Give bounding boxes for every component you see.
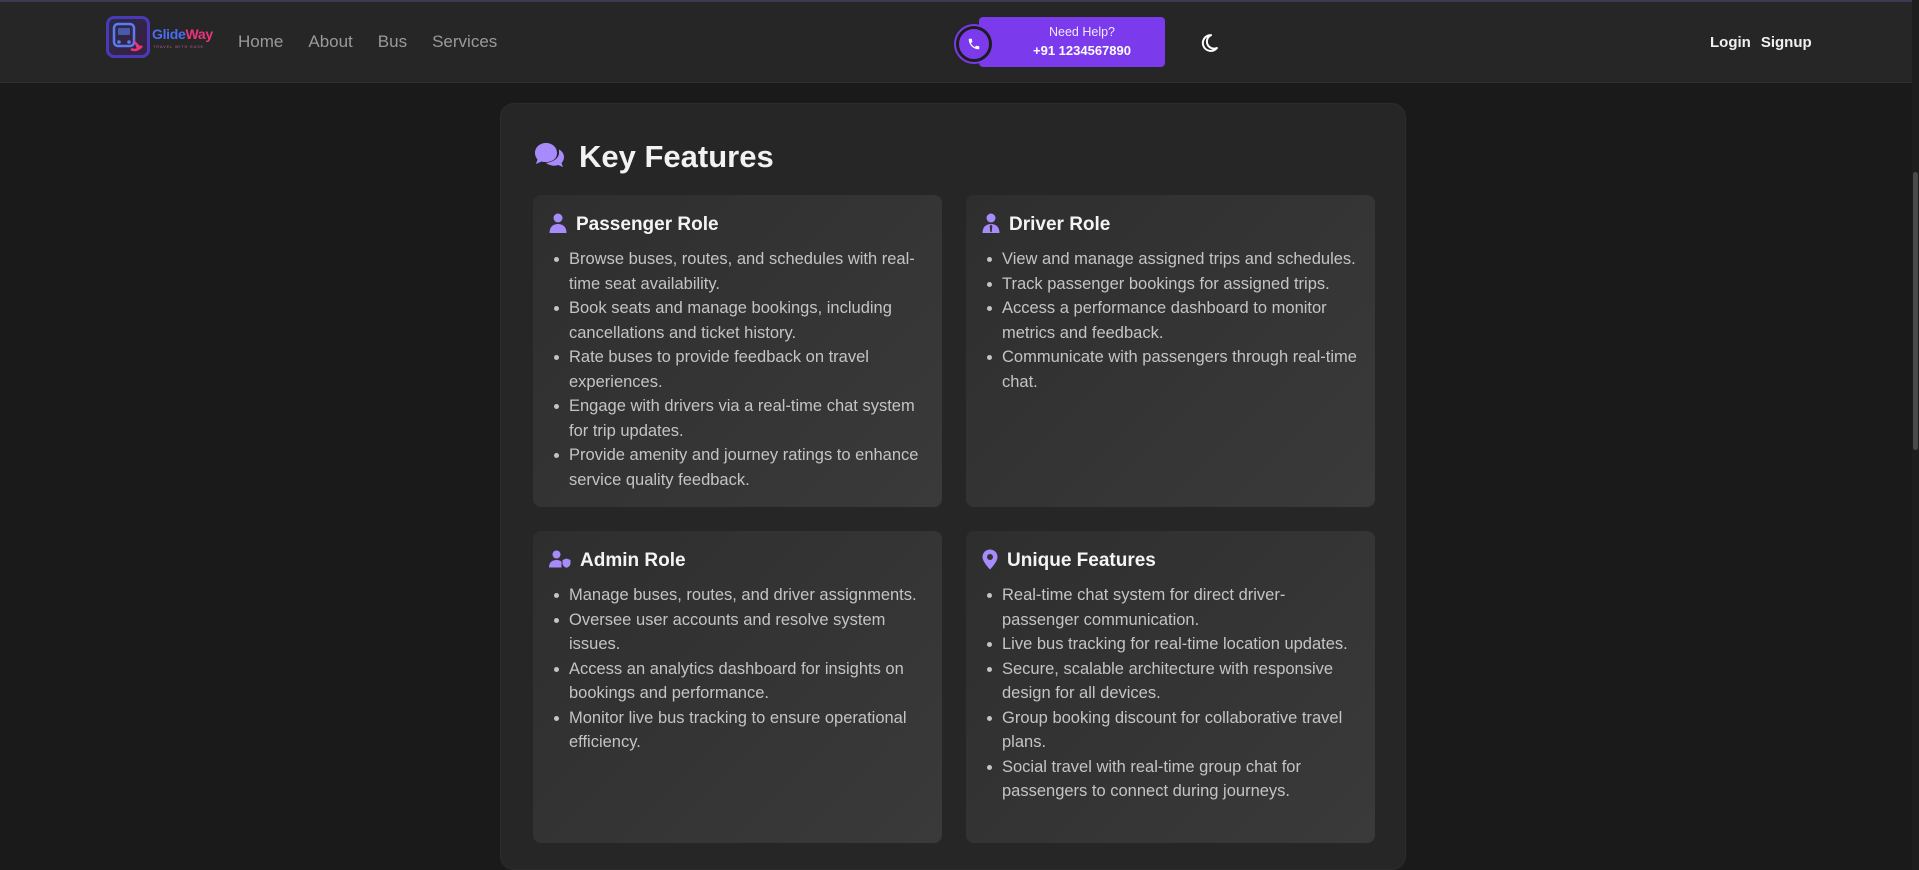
list-item: Oversee user accounts and resolve system… [554, 608, 924, 657]
list-item: Monitor live bus tracking to ensure oper… [554, 706, 924, 755]
main-nav: Home About Bus Services [238, 32, 497, 52]
feature-list: Browse buses, routes, and schedules with… [549, 247, 924, 492]
list-item: Social travel with real-time group chat … [987, 755, 1357, 804]
list-item: Track passenger bookings for assigned tr… [987, 272, 1357, 297]
list-item: Provide amenity and journey ratings to e… [554, 443, 924, 492]
brand-name: GlideWay [152, 26, 213, 42]
phone-icon [956, 26, 992, 62]
list-item: Engage with drivers via a real-time chat… [554, 394, 924, 443]
card-admin-role: Admin Role Manage buses, routes, and dri… [533, 531, 942, 843]
auth-links: Login Signup [1710, 34, 1812, 51]
card-header: Passenger Role [549, 213, 924, 237]
feature-list: Real-time chat system for direct driver-… [982, 583, 1357, 804]
list-item: Rate buses to provide feedback on travel… [554, 345, 924, 394]
brand-tagline: TRAVEL WITH EASE [153, 44, 205, 49]
feature-list: Manage buses, routes, and driver assignm… [549, 583, 924, 755]
card-title: Unique Features [1007, 550, 1156, 571]
list-item: Access a performance dashboard to monito… [987, 296, 1357, 345]
comments-icon [533, 141, 565, 173]
nav-link-about[interactable]: About [308, 32, 352, 52]
card-title: Driver Role [1009, 214, 1111, 235]
nav-link-bus[interactable]: Bus [378, 32, 407, 52]
card-title: Passenger Role [576, 214, 719, 235]
help-phone-number: +91 1234567890 [1033, 43, 1131, 58]
card-title: Admin Role [580, 550, 686, 571]
user-shield-icon [549, 550, 571, 572]
list-item: Group booking discount for collaborative… [987, 706, 1357, 755]
card-driver-role: Driver Role View and manage assigned tri… [966, 195, 1375, 507]
list-item: Manage buses, routes, and driver assignm… [554, 583, 924, 608]
card-header: Unique Features [982, 549, 1357, 573]
list-item: Book seats and manage bookings, includin… [554, 296, 924, 345]
nav-link-home[interactable]: Home [238, 32, 283, 52]
list-item: Real-time chat system for direct driver-… [987, 583, 1357, 632]
map-pin-icon [982, 549, 998, 574]
logo[interactable]: GlideWay TRAVEL WITH EASE [106, 16, 213, 60]
feature-list: View and manage assigned trips and sched… [982, 247, 1357, 394]
list-item: Secure, scalable architecture with respo… [987, 657, 1357, 706]
bus-logo-icon [106, 16, 150, 58]
help-pill: Need Help? +91 1234567890 [979, 17, 1165, 67]
signup-button[interactable]: Signup [1761, 34, 1812, 51]
list-item: Browse buses, routes, and schedules with… [554, 247, 924, 296]
user-icon [549, 213, 567, 237]
page-scrollbar[interactable] [1912, 0, 1919, 870]
moon-icon[interactable] [1199, 33, 1219, 53]
card-unique-features: Unique Features Real-time chat system fo… [966, 531, 1375, 843]
navbar: GlideWay TRAVEL WITH EASE Home About Bus… [0, 2, 1912, 83]
list-item: View and manage assigned trips and sched… [987, 247, 1357, 272]
login-button[interactable]: Login [1710, 34, 1751, 51]
scrollbar-thumb[interactable] [1913, 172, 1918, 450]
card-header: Admin Role [549, 549, 924, 573]
key-features-panel: Key Features Passenger Role Browse buses… [500, 103, 1406, 870]
help-label: Need Help? [1048, 25, 1115, 39]
nav-link-services[interactable]: Services [432, 32, 497, 52]
card-passenger-role: Passenger Role Browse buses, routes, and… [533, 195, 942, 507]
user-tie-icon [982, 213, 1000, 237]
list-item: Live bus tracking for real-time location… [987, 632, 1357, 657]
features-heading: Key Features [579, 139, 774, 174]
panel-title: Key Features [533, 137, 1373, 177]
list-item: Access an analytics dashboard for insigh… [554, 657, 924, 706]
card-header: Driver Role [982, 213, 1357, 237]
features-grid: Passenger Role Browse buses, routes, and… [533, 195, 1375, 843]
list-item: Communicate with passengers through real… [987, 345, 1357, 394]
